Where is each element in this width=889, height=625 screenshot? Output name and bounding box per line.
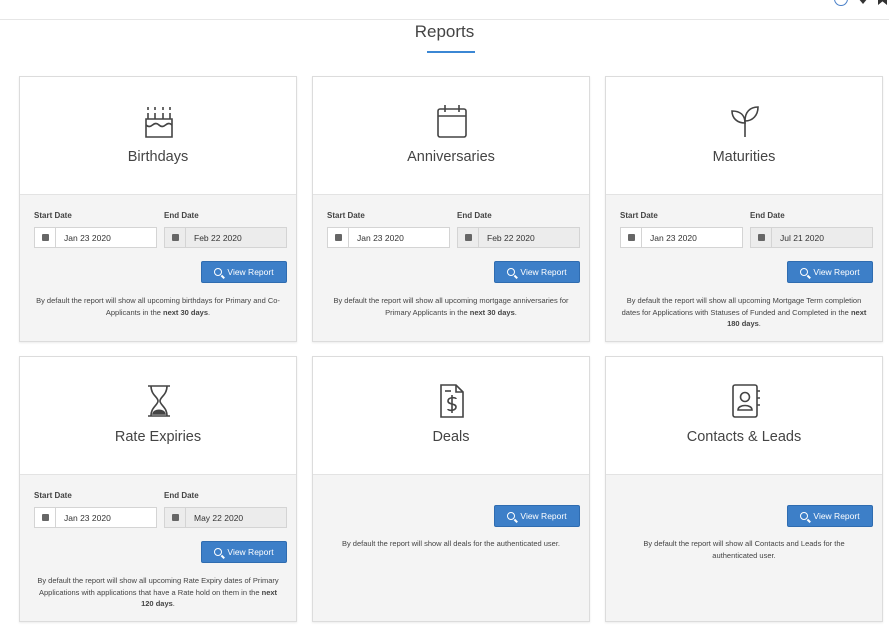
report-description: By default the report will show all upco…	[333, 296, 569, 317]
start-date-value: Jan 23 2020	[64, 232, 111, 243]
end-date-value: Jul 21 2020	[780, 232, 824, 243]
report-description: By default the report will show all upco…	[36, 296, 280, 317]
view-report-button[interactable]: View Report	[494, 505, 580, 527]
card-title: Contacts & Leads	[686, 429, 802, 445]
top-bar	[0, 0, 889, 20]
chevron-down-icon[interactable]	[858, 0, 868, 4]
report-description: By default the report will show all deal…	[341, 539, 561, 548]
start-date-value: Jan 23 2020	[64, 512, 111, 523]
card-title: Deals	[432, 429, 470, 445]
end-date-label: End Date	[457, 211, 492, 220]
report-card-deals: Deals View Report By default the report …	[312, 356, 590, 622]
hourglass-icon	[148, 385, 170, 417]
bookmark-icon[interactable]	[878, 0, 887, 5]
card-title: Anniversaries	[407, 149, 495, 165]
card-title: Maturities	[712, 149, 776, 165]
info-icon[interactable]	[834, 0, 848, 6]
search-icon	[507, 268, 516, 276]
report-card-birthdays: Birthdays Start Date End Date Jan 23 202…	[19, 76, 297, 342]
start-date-label: Start Date	[620, 211, 658, 220]
view-report-button[interactable]: View Report	[787, 505, 873, 527]
calendar-icon	[165, 508, 186, 527]
view-report-button[interactable]: View Report	[787, 261, 873, 283]
view-report-button[interactable]: View Report	[494, 261, 580, 283]
search-icon	[214, 548, 223, 556]
start-date-value: Jan 23 2020	[650, 232, 697, 243]
end-date-value: Feb 22 2020	[194, 232, 242, 243]
report-card-anniversaries: Anniversaries Start Date End Date Jan 23…	[312, 76, 590, 342]
calendar-icon[interactable]	[35, 228, 56, 247]
start-date-label: Start Date	[327, 211, 365, 220]
end-date-field: Jul 21 2020	[750, 227, 873, 248]
card-title: Rate Expiries	[114, 429, 202, 445]
view-report-label: View Report	[813, 267, 860, 277]
start-date-field[interactable]: Jan 23 2020	[34, 507, 157, 528]
report-card-rate-expiries: Rate Expiries Start Date End Date Jan 23…	[19, 356, 297, 622]
view-report-label: View Report	[227, 547, 274, 557]
calendar-icon	[458, 228, 479, 247]
sprout-icon	[731, 106, 759, 137]
card-title: Birthdays	[127, 149, 189, 165]
search-icon	[507, 512, 516, 520]
report-description: By default the report will show all upco…	[621, 296, 867, 328]
end-date-field: May 22 2020	[164, 507, 287, 528]
address-book-icon	[732, 384, 760, 418]
search-icon	[800, 268, 809, 276]
end-date-value: May 22 2020	[194, 512, 244, 523]
end-date-field: Feb 22 2020	[457, 227, 580, 248]
search-icon	[214, 268, 223, 276]
report-card-maturities: Maturities Start Date End Date Jan 23 20…	[605, 76, 883, 342]
invoice-dollar-icon	[440, 384, 464, 418]
calendar-icon[interactable]	[35, 508, 56, 527]
start-date-label: Start Date	[34, 491, 72, 500]
report-description: By default the report will show all Cont…	[643, 539, 845, 560]
calendar-icon	[437, 105, 467, 138]
start-date-label: Start Date	[34, 211, 72, 220]
page-title: Reports	[414, 22, 475, 41]
calendar-icon	[751, 228, 772, 247]
end-date-label: End Date	[750, 211, 785, 220]
title-underline	[427, 51, 475, 53]
view-report-button[interactable]: View Report	[201, 541, 287, 563]
view-report-label: View Report	[520, 267, 567, 277]
calendar-icon[interactable]	[621, 228, 642, 247]
birthday-cake-icon	[145, 107, 173, 138]
view-report-label: View Report	[813, 511, 860, 521]
view-report-label: View Report	[227, 267, 274, 277]
report-card-contacts-leads: Contacts & Leads View Report By default …	[605, 356, 883, 622]
start-date-field[interactable]: Jan 23 2020	[34, 227, 157, 248]
view-report-label: View Report	[520, 511, 567, 521]
search-icon	[800, 512, 809, 520]
view-report-button[interactable]: View Report	[201, 261, 287, 283]
end-date-value: Feb 22 2020	[487, 232, 535, 243]
start-date-field[interactable]: Jan 23 2020	[620, 227, 743, 248]
end-date-label: End Date	[164, 211, 199, 220]
calendar-icon	[165, 228, 186, 247]
end-date-label: End Date	[164, 491, 199, 500]
start-date-value: Jan 23 2020	[357, 232, 404, 243]
start-date-field[interactable]: Jan 23 2020	[327, 227, 450, 248]
end-date-field: Feb 22 2020	[164, 227, 287, 248]
calendar-icon[interactable]	[328, 228, 349, 247]
report-description: By default the report will show all upco…	[37, 576, 279, 608]
